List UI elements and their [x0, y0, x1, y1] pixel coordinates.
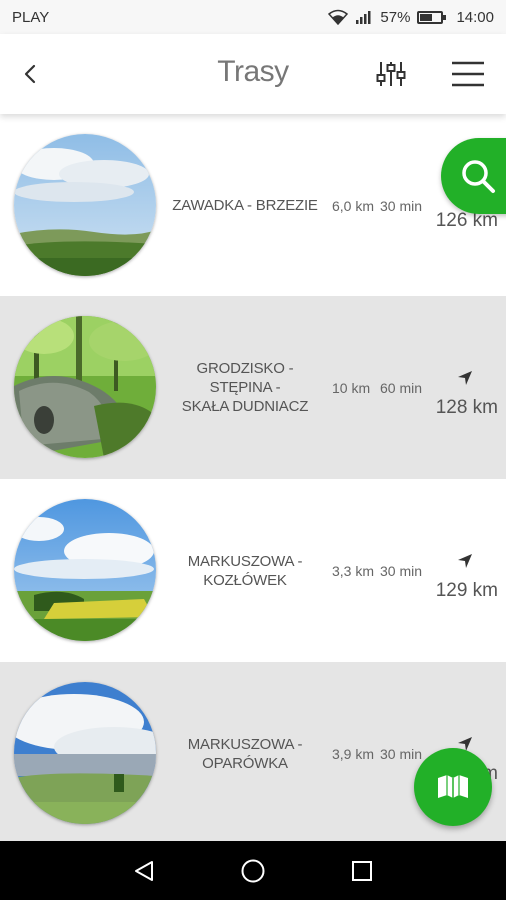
- navigation-arrow-icon: [458, 554, 472, 568]
- filter-button[interactable]: [373, 58, 409, 90]
- forest-rock-photo: [14, 316, 156, 458]
- home-circle-icon: [241, 859, 265, 882]
- clock: 14:00: [456, 8, 494, 26]
- system-back-button[interactable]: [124, 851, 164, 891]
- sky-and-hills-photo: [14, 134, 156, 276]
- search-icon: [462, 160, 495, 193]
- route-thumbnail: [14, 316, 156, 458]
- page-title: Trasy: [217, 55, 289, 88]
- battery-level: [420, 13, 432, 21]
- route-distance: 129 km: [435, 580, 498, 601]
- sliders-icon: [376, 62, 406, 86]
- route-item[interactable]: ZAWADKA - BRZEZIE 6,0 km 30 min 126 km: [0, 114, 506, 296]
- route-time: 30 min: [380, 197, 423, 214]
- route-item[interactable]: GRODZISKO - STĘPINA - SKAŁA DUDNIACZ 10 k…: [0, 296, 506, 479]
- route-distance: 128 km: [435, 397, 498, 418]
- status-bar: PLAY 57% 14:00: [0, 0, 506, 34]
- battery-percent: 57%: [380, 8, 411, 26]
- route-time: 60 min: [380, 379, 423, 396]
- recents-square-icon: [351, 860, 372, 881]
- wifi-icon: [328, 9, 349, 25]
- back-triangle-icon: [135, 860, 154, 881]
- navigation-arrow-icon: [458, 371, 472, 385]
- route-time: 30 min: [380, 562, 423, 579]
- cloudy-valley-photo: [14, 682, 156, 824]
- route-length: 10 km: [332, 379, 371, 396]
- app-bar: Trasy: [0, 34, 506, 114]
- system-home-button[interactable]: [233, 851, 273, 891]
- menu-button[interactable]: [447, 56, 489, 92]
- hamburger-menu-icon: [452, 61, 484, 87]
- route-name: MARKUSZOWA - KOZŁÓWEK: [187, 552, 303, 589]
- system-nav-bar: [0, 841, 506, 900]
- map-button[interactable]: [414, 748, 492, 826]
- route-thumbnail: [14, 134, 156, 276]
- route-thumbnail: [14, 682, 156, 824]
- route-list: ZAWADKA - BRZEZIE 6,0 km 30 min 126 km G…: [0, 114, 506, 841]
- route-length: 3,3 km: [332, 562, 375, 579]
- open-map-book-icon: [438, 775, 468, 798]
- system-recents-button[interactable]: [342, 851, 382, 891]
- route-time: 30 min: [380, 745, 423, 762]
- route-thumbnail: [14, 499, 156, 641]
- route-name: GRODZISKO - STĘPINA - SKAŁA DUDNIACZ: [181, 360, 309, 415]
- route-item[interactable]: MARKUSZOWA - KOZŁÓWEK 3,3 km 30 min 129 k…: [0, 479, 506, 662]
- signal-icon: [356, 11, 371, 24]
- status-icons: 57% 14:00: [328, 9, 494, 26]
- carrier-label: PLAY: [12, 8, 50, 26]
- route-name: MARKUSZOWA - OPARÓWKA: [187, 735, 303, 772]
- route-length: 6,0 km: [332, 197, 375, 214]
- route-name: ZAWADKA - BRZEZIE: [172, 197, 318, 214]
- route-length: 3,9 km: [332, 745, 375, 762]
- battery-icon: [417, 10, 447, 24]
- meadow-clouds-photo: [14, 499, 156, 641]
